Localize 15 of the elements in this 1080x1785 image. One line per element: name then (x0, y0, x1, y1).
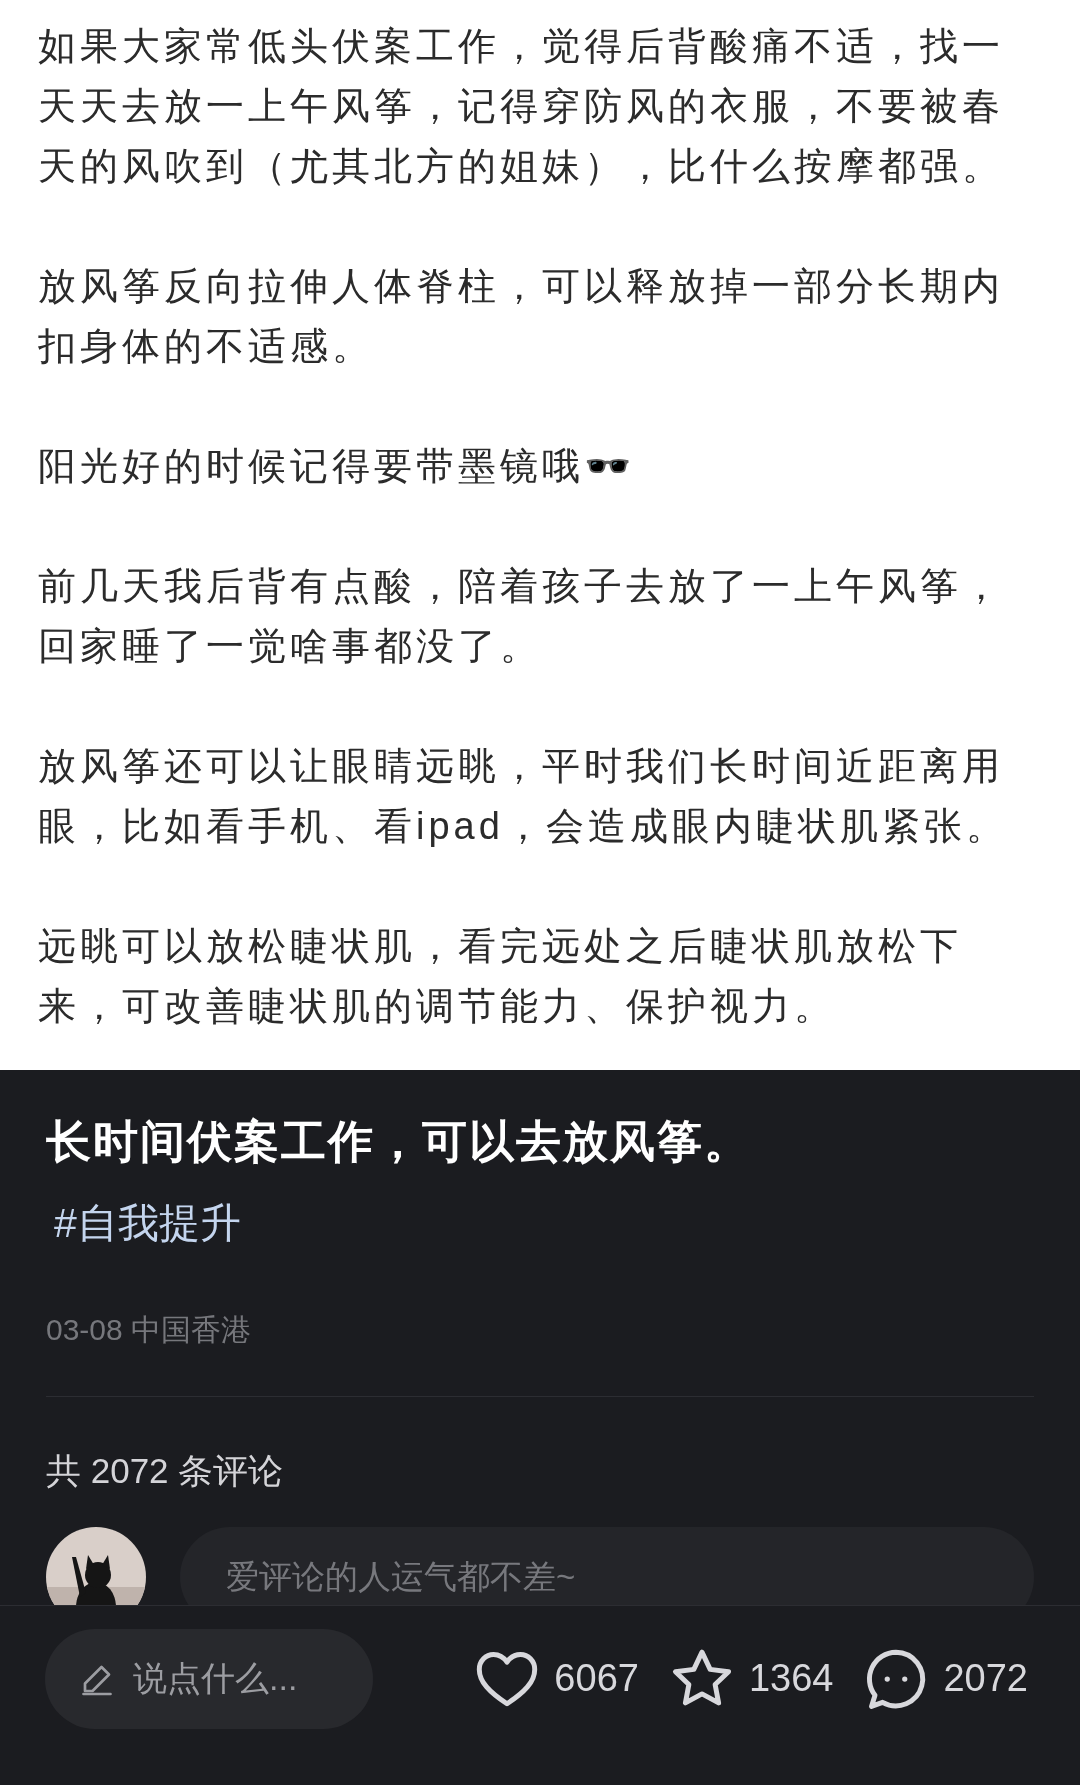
write-comment-button[interactable]: 说点什么... (45, 1628, 373, 1729)
action-count: 2072 (943, 1656, 1028, 1701)
comment-input[interactable]: 爱评论的人运气都不差~ (180, 1527, 1034, 1605)
post-paragraph: 放风筝还可以让眼睛远眺，平时我们长时间近距离用眼，比如看手机、看ipad，会造成眼内睫状肌紧张。 (38, 744, 1009, 849)
post-date-location: 03-08 中国香港 (46, 1312, 253, 1348)
action-count: 1364 (748, 1656, 834, 1701)
comment-count: 共 2072 条评论 (46, 1450, 285, 1492)
post-paragraph: 如果大家常低头伏案工作，觉得后背酸痛不适，找一天天去放一上午风筝，记得穿防风的衣服，不要被春天的风吹到（尤其北方的姐妹），比什么按摩都强。 (38, 24, 1005, 189)
post-paragraph: 前几天我后背有点酸，陪着孩子去放了一上午风筝，回家睡了一觉啥事都没了。 (38, 564, 1005, 669)
action-count: 6067 (554, 1656, 639, 1701)
post-paragraph: 放风筝反向拉伸人体脊柱，可以释放掉一部分长期内扣身体的不适感。 (38, 264, 1005, 369)
post-paragraph: 阳光好的时候记得要带墨镜哦🕶 (38, 444, 636, 489)
post-paragraph: 远眺可以放松睫状肌，看完远处之后睫状肌放松下来，可改善睫状肌的调节能力、保护视力。 (38, 924, 963, 1029)
hashtag-link[interactable]: #自我提升 (54, 1198, 241, 1248)
post-title: 长时间伏案工作，可以去放风筝。 (46, 1115, 752, 1169)
